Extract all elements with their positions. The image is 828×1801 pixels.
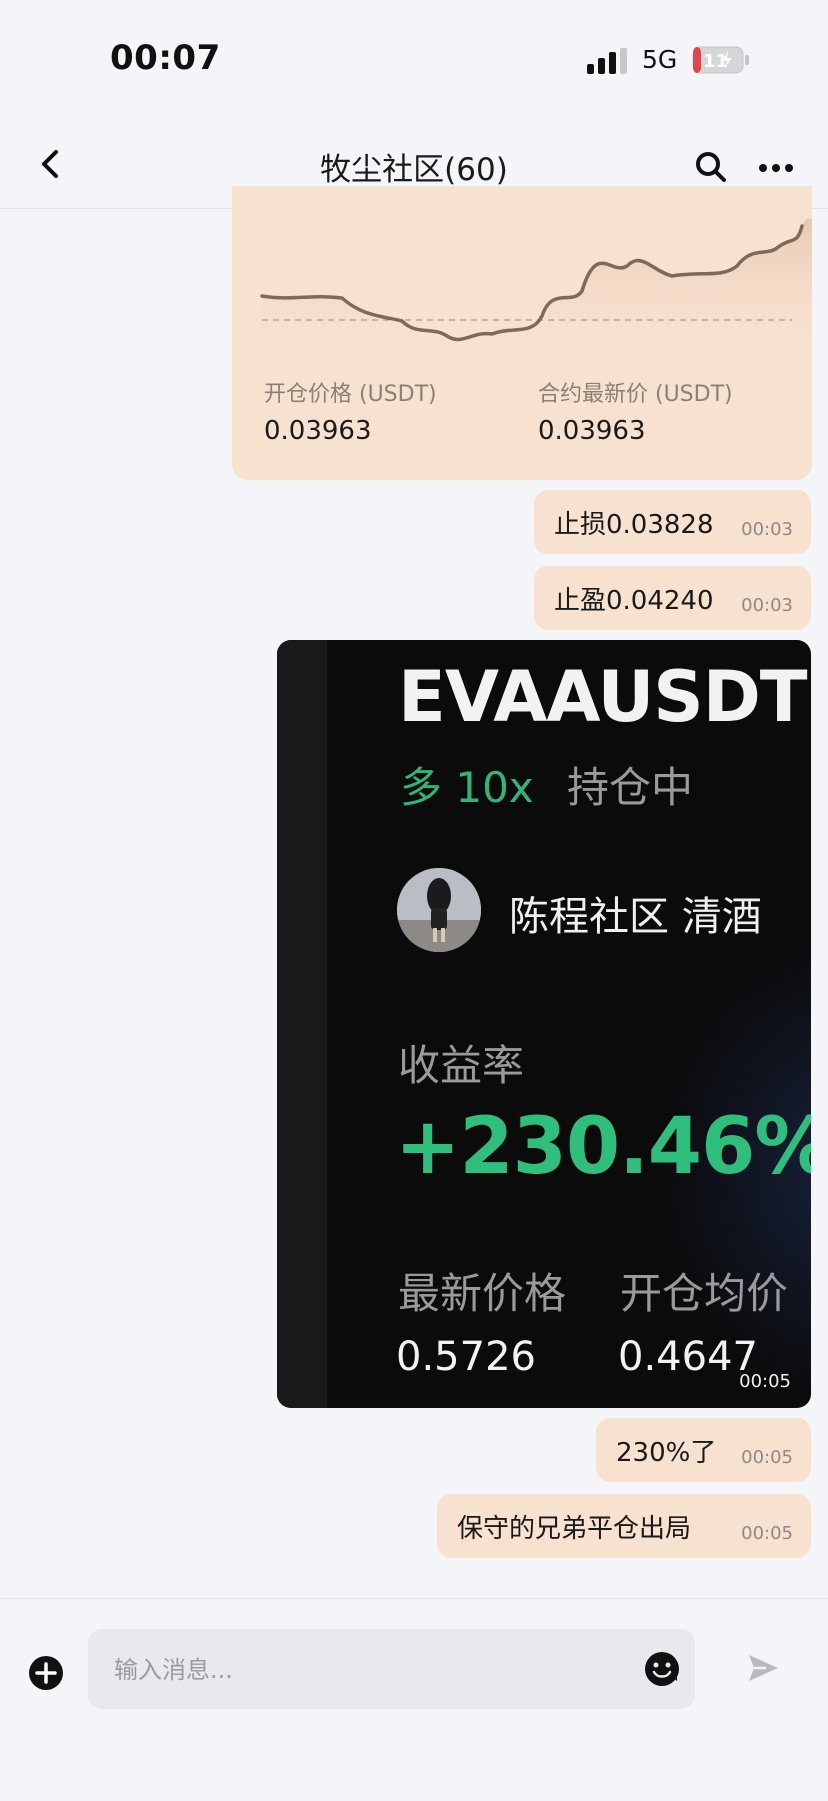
price-sparkline	[260, 218, 812, 356]
message-input-box[interactable]	[88, 1629, 695, 1711]
avg-open-price-label: 开仓均价	[620, 1269, 789, 1318]
message-time: 00:05	[741, 1523, 793, 1544]
latest-price-label: 最新价格	[398, 1269, 567, 1318]
roi-label: 收益率	[398, 1041, 525, 1090]
position-status: 持仓中	[567, 763, 694, 812]
message-text: 止损0.03828	[554, 509, 714, 540]
latest-price-value: 0.03963	[538, 416, 646, 446]
trader-name: 陈程社区 清酒	[509, 894, 762, 940]
message-bubble[interactable]: 止盈0.04240 00:03	[534, 566, 811, 630]
message-input[interactable]	[112, 1629, 596, 1711]
status-bar: 00:07 5G 11	[0, 0, 828, 110]
message-composer	[0, 1598, 828, 1801]
message-time: 00:05	[741, 1447, 793, 1468]
roi-value: +230.46%	[395, 1102, 811, 1192]
message-text: 止盈0.04240	[554, 585, 714, 616]
open-price-value: 0.03963	[264, 416, 372, 446]
send-icon[interactable]	[746, 1651, 780, 1685]
open-price-label: 开仓价格 (USDT)	[264, 382, 437, 407]
symbol-text: EVAAUSDT	[398, 656, 808, 738]
latest-price-label: 合约最新价 (USDT)	[538, 382, 733, 407]
message-text: 230%了	[616, 1437, 717, 1468]
latest-price-value: 0.5726	[396, 1334, 536, 1380]
signal-icon	[587, 48, 627, 74]
message-bubble[interactable]: 230%了 00:05	[596, 1418, 811, 1482]
message-time: 00:03	[741, 595, 793, 616]
image-time: 00:05	[739, 1371, 791, 1392]
position-direction: 多 10x	[400, 763, 534, 812]
status-time: 00:07	[110, 38, 221, 78]
emoji-icon[interactable]	[644, 1651, 680, 1687]
message-text: 保守的兄弟平仓出局	[457, 1513, 692, 1544]
image-sidebar-strip	[277, 640, 327, 1408]
more-options-icon[interactable]	[758, 162, 794, 174]
message-bubble[interactable]: 止损0.03828 00:03	[534, 490, 811, 554]
trader-avatar	[397, 868, 481, 952]
avg-open-price-value: 0.4647	[618, 1334, 758, 1380]
battery-icon: 11	[692, 46, 749, 74]
network-type: 5G	[642, 45, 678, 74]
search-icon[interactable]	[694, 150, 728, 184]
battery-level: 11	[703, 51, 728, 72]
add-attachment-icon[interactable]	[28, 1655, 64, 1691]
message-time: 00:03	[741, 519, 793, 540]
trade-share-card[interactable]: 开仓价格 (USDT) 0.03963 合约最新价 (USDT) 0.03963	[232, 186, 812, 480]
message-bubble[interactable]: 保守的兄弟平仓出局 00:05	[437, 1494, 811, 1558]
image-message[interactable]: EVAAUSDT 多 10x 持仓中 陈程社区 清酒 收益率 +230.46% …	[277, 640, 811, 1408]
